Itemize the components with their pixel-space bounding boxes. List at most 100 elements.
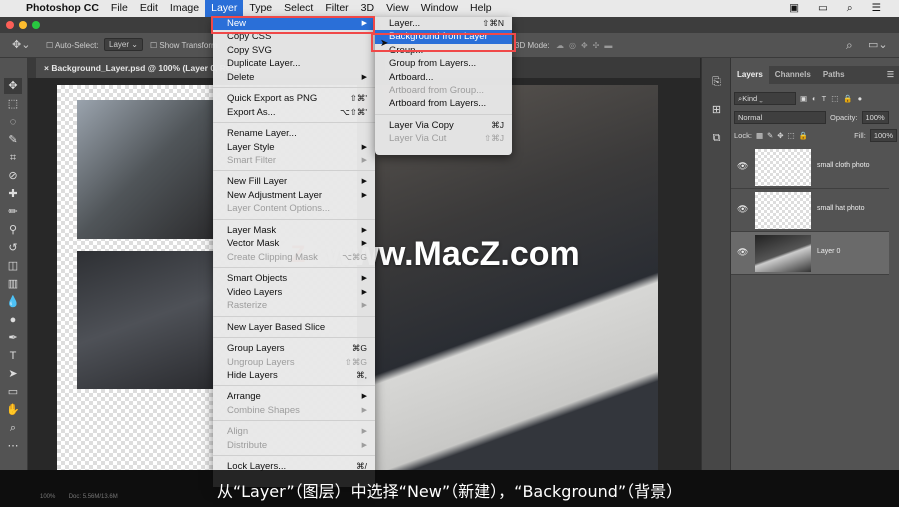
blend-mode-dropdown[interactable]: Normal <box>734 111 826 124</box>
lock-icons[interactable]: ▦✎✥⬚🔒 <box>756 131 812 140</box>
move-tool-icon[interactable]: ✥⌄ <box>12 38 30 51</box>
submenu-item-group[interactable]: Group... <box>375 44 512 57</box>
menu-edit[interactable]: Edit <box>134 0 164 17</box>
menu-separator <box>375 107 512 115</box>
visibility-eye-icon[interactable]: 👁 <box>737 204 748 215</box>
blur-tool-icon[interactable]: 💧 <box>4 294 22 310</box>
gradient-tool-icon[interactable]: ▥ <box>4 276 22 292</box>
crop-tool-icon[interactable]: ⌗ <box>4 150 22 166</box>
menu-item-video-layers[interactable]: Video Layers ▶ <box>213 286 375 299</box>
eyedropper-icon[interactable]: ⊘ <box>4 168 22 184</box>
path-select-icon[interactable]: ➤ <box>4 366 22 382</box>
filter-type-icons[interactable]: ▣◐T⬚🔒● <box>800 94 867 103</box>
stamp-tool-icon[interactable]: ⚲ <box>4 222 22 238</box>
minimize-window-button[interactable] <box>19 21 27 29</box>
tab-paths[interactable]: Paths <box>817 66 851 84</box>
menu-filter[interactable]: Filter <box>319 0 354 17</box>
menu-item-arrange[interactable]: Arrange ▶ <box>213 390 375 403</box>
layer-row-selected[interactable]: 👁 Layer 0 <box>731 232 889 275</box>
lasso-tool-icon[interactable]: ◌ <box>4 114 22 130</box>
tab-layers[interactable]: Layers <box>731 66 769 84</box>
menu-type[interactable]: Type <box>243 0 278 17</box>
menu-item-new[interactable]: New ▶ <box>213 17 375 31</box>
quick-select-icon[interactable]: ✎ <box>4 132 22 148</box>
show-transform-checkbox[interactable]: ☐ Show Transform <box>150 41 218 50</box>
menu-item-layer-style[interactable]: Layer Style ▶ <box>213 141 375 154</box>
dodge-tool-icon[interactable]: ● <box>4 312 22 328</box>
submenu-arrow-icon: ▶ <box>361 393 367 401</box>
submenu-item-layer-via-copy[interactable]: Layer Via Copy ⌘J <box>375 119 512 132</box>
pen-tool-icon[interactable]: ✒ <box>4 330 22 346</box>
menu-item-vector-mask[interactable]: Vector Mask ▶ <box>213 237 375 250</box>
layer-filter-dropdown[interactable]: ⌕Kind ⌄ <box>734 92 796 105</box>
menu-select[interactable]: Select <box>278 0 319 17</box>
properties-panel-icon[interactable]: ⊞ <box>706 100 727 121</box>
submenu-item-background-from-layer[interactable]: Background from Layer <box>375 30 512 44</box>
visibility-eye-icon[interactable]: 👁 <box>737 247 748 258</box>
shape-tool-icon[interactable]: ▭ <box>4 384 22 400</box>
auto-select-checkbox[interactable]: ☐ Auto-Select: <box>46 41 99 50</box>
menu-image[interactable]: Image <box>164 0 205 17</box>
tools-panel: ✥ ⬚ ◌ ✎ ⌗ ⊘ ✚ ✏ ⚲ ↺ ◫ ▥ 💧 ● ✒ T ➤ ▭ ✋ ⌕ … <box>0 58 28 470</box>
submenu-arrow-icon: ▶ <box>361 143 367 151</box>
panel-menu-icon[interactable]: ☰ <box>881 66 899 84</box>
history-panel-icon[interactable]: ⎘ <box>706 72 727 93</box>
search-icon[interactable]: ⌕ <box>846 38 853 53</box>
move-tool-icon[interactable]: ✥ <box>4 78 22 94</box>
menu-item-layer-mask[interactable]: Layer Mask ▶ <box>213 224 375 237</box>
workspace-icon[interactable]: ▭⌄ <box>868 38 888 51</box>
layer-row[interactable]: 👁 small cloth photo <box>731 146 889 189</box>
eraser-tool-icon[interactable]: ◫ <box>4 258 22 274</box>
menu-item-duplicate-layer[interactable]: Duplicate Layer... <box>213 57 375 70</box>
menu-item-smart-objects[interactable]: Smart Objects ▶ <box>213 272 375 285</box>
menu-layer[interactable]: Layer <box>205 0 244 17</box>
menu-item-label: Background from Layer <box>389 31 488 43</box>
menu-item-new-fill-layer[interactable]: New Fill Layer ▶ <box>213 175 375 188</box>
menu-item-copy-svg[interactable]: Copy SVG <box>213 44 375 57</box>
visibility-eye-icon[interactable]: 👁 <box>737 161 748 172</box>
zoom-window-button[interactable] <box>32 21 40 29</box>
menu-view[interactable]: View <box>380 0 415 17</box>
menu-item-label: Copy SVG <box>227 44 272 56</box>
3d-mode-icons[interactable]: ☁◎✥✣▬ <box>556 41 617 50</box>
menu-item-group-layers[interactable]: Group Layers ⌘G <box>213 342 375 355</box>
menu-item-quick-export-as-png[interactable]: Quick Export as PNG ⇧⌘' <box>213 92 375 105</box>
menu-item-label: Layer Via Cut <box>389 133 447 145</box>
panel-icon-column: ⎘ ⊞ ⧉ <box>701 58 730 470</box>
menu-item-label: Quick Export as PNG <box>227 93 318 105</box>
healing-brush-icon[interactable]: ✚ <box>4 186 22 202</box>
submenu-item-group-from-layers[interactable]: Group from Layers... <box>375 57 512 70</box>
more-tools-icon[interactable]: ⋯ <box>4 438 22 454</box>
paths-panel-icon[interactable]: ⧉ <box>706 128 727 149</box>
layer-row[interactable]: 👁 small hat photo <box>731 189 889 232</box>
layer-thumbnail <box>755 192 811 229</box>
brush-tool-icon[interactable]: ✏ <box>4 204 22 220</box>
menu-file[interactable]: File <box>105 0 134 17</box>
shortcut-label: ⇧⌘' <box>349 93 367 104</box>
menu-item-label: Group from Layers... <box>389 58 477 70</box>
marquee-tool-icon[interactable]: ⬚ <box>4 96 22 112</box>
hand-tool-icon[interactable]: ✋ <box>4 402 22 418</box>
status-icons[interactable]: ▣ ▭ ⌕ ☰ <box>783 0 899 17</box>
menu-help[interactable]: Help <box>464 0 498 17</box>
menu-item-new-adjustment-layer[interactable]: New Adjustment Layer ▶ <box>213 189 375 202</box>
opacity-input[interactable]: 100% <box>861 111 889 124</box>
close-window-button[interactable] <box>6 21 14 29</box>
menu-item-copy-css[interactable]: Copy CSS <box>213 30 375 43</box>
menu-item-rename-layer[interactable]: Rename Layer... <box>213 127 375 140</box>
submenu-item-artboard[interactable]: Artboard... <box>375 71 512 84</box>
menu-app[interactable]: Photoshop CC <box>18 0 105 17</box>
history-brush-icon[interactable]: ↺ <box>4 240 22 256</box>
zoom-tool-icon[interactable]: ⌕ <box>4 420 22 436</box>
submenu-item-layer[interactable]: Layer... ⇧⌘N <box>375 17 512 30</box>
menu-3d[interactable]: 3D <box>355 0 380 17</box>
opacity-label: Opacity: <box>830 113 858 122</box>
fill-label: Fill: <box>854 131 866 140</box>
menu-item-label: Arrange <box>227 391 261 403</box>
3d-mode-label: 3D Mode: <box>515 41 550 50</box>
tab-channels[interactable]: Channels <box>769 66 817 84</box>
auto-select-dropdown[interactable]: Layer ⌄ <box>104 38 143 51</box>
menu-window[interactable]: Window <box>415 0 464 17</box>
type-tool-icon[interactable]: T <box>4 348 22 364</box>
fill-input[interactable]: 100% <box>869 129 897 142</box>
